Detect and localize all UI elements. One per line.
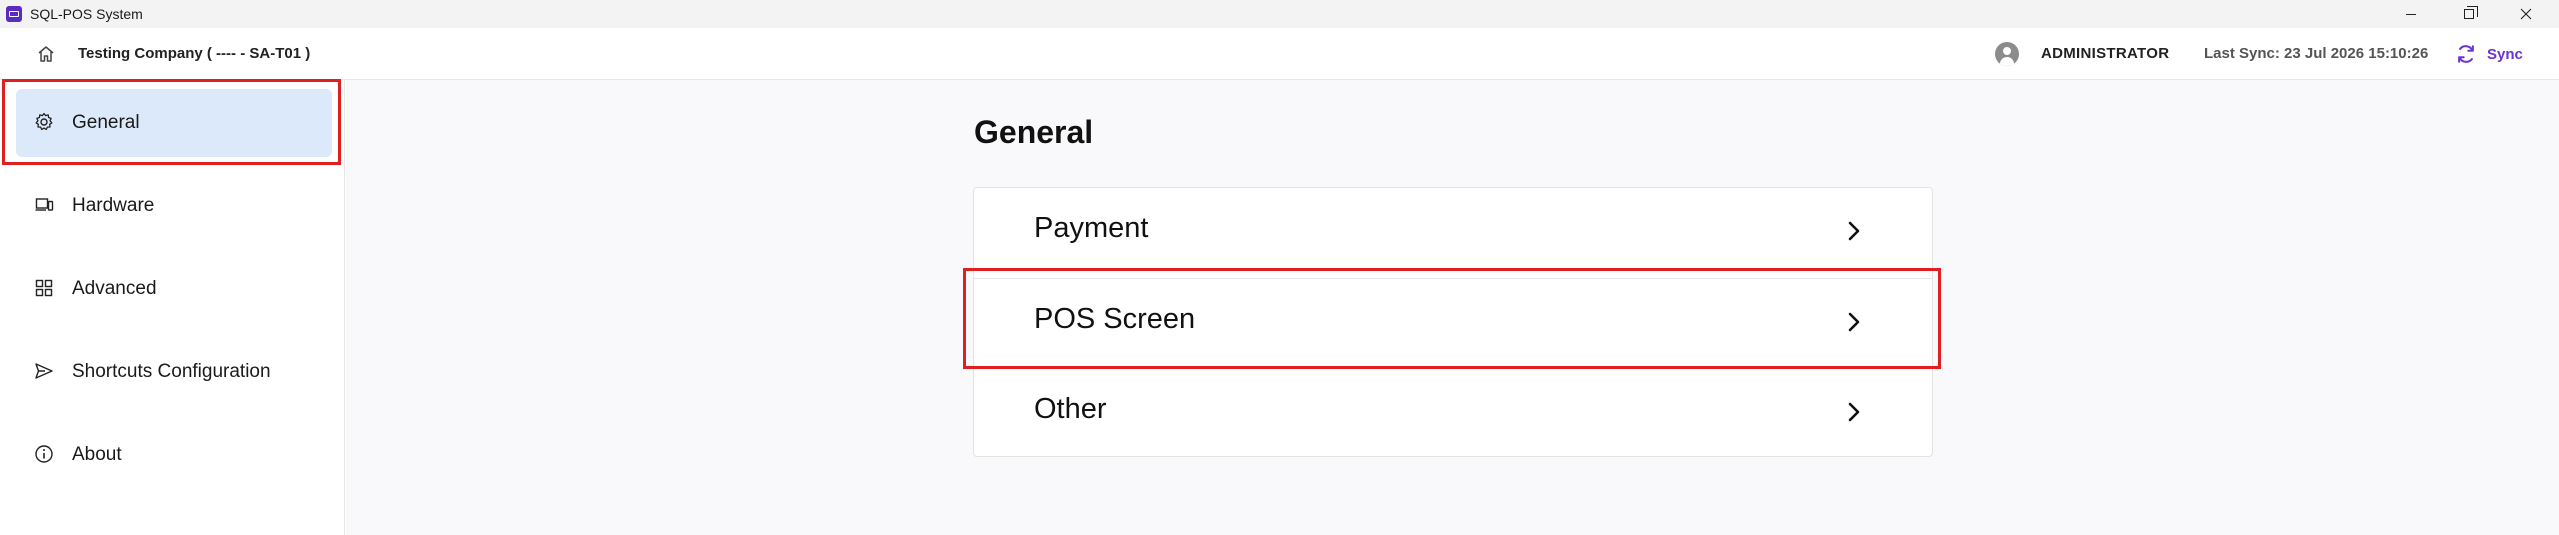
sidebar-item-general[interactable]: General bbox=[16, 89, 332, 157]
company-name: Testing Company ( ---- - SA-T01 ) bbox=[78, 45, 311, 62]
send-icon bbox=[35, 363, 53, 379]
sidebar-item-label: General bbox=[72, 112, 140, 133]
minimize-icon bbox=[2406, 13, 2416, 15]
sidebar-item-hardware[interactable]: Hardware bbox=[16, 172, 332, 240]
settings-row-other[interactable]: Other bbox=[974, 368, 1932, 458]
sidebar-item-label: Hardware bbox=[72, 195, 155, 216]
minimize-button[interactable] bbox=[2388, 0, 2434, 28]
settings-row-payment[interactable]: Payment bbox=[974, 188, 1932, 278]
close-icon bbox=[2520, 8, 2532, 20]
last-sync-status: Last Sync: 23 Jul 2026 15:10:26 bbox=[2204, 45, 2429, 62]
chevron-right-icon bbox=[1848, 402, 1860, 422]
chevron-right-icon bbox=[1848, 221, 1860, 241]
row-label: POS Screen bbox=[1034, 303, 1196, 335]
avatar bbox=[1995, 42, 2019, 66]
gear-icon bbox=[35, 112, 53, 131]
restore-button[interactable] bbox=[2446, 0, 2492, 28]
sidebar-item-label: Shortcuts Configuration bbox=[72, 361, 271, 382]
devices-icon bbox=[35, 198, 54, 211]
chevron-right-icon bbox=[1848, 312, 1860, 332]
row-label: Other bbox=[1034, 393, 1107, 425]
page-title: General bbox=[974, 114, 1094, 150]
sidebar-item-label: Advanced bbox=[72, 278, 157, 299]
grid-icon bbox=[35, 279, 53, 297]
sidebar: General Hardware Advanced Shortcuts Conf… bbox=[0, 80, 345, 535]
settings-row-pos-screen[interactable]: POS Screen bbox=[974, 278, 1932, 368]
sidebar-item-shortcuts-configuration[interactable]: Shortcuts Configuration bbox=[16, 338, 332, 406]
sidebar-item-advanced[interactable]: Advanced bbox=[16, 255, 332, 323]
window-title: SQL-POS System bbox=[30, 6, 143, 22]
sync-icon bbox=[2458, 45, 2474, 63]
sync-button[interactable]: Sync bbox=[2455, 36, 2545, 72]
row-label: Payment bbox=[1034, 212, 1149, 244]
app-logo-icon bbox=[6, 6, 22, 22]
home-icon[interactable] bbox=[36, 44, 56, 64]
user-name: ADMINISTRATOR bbox=[2041, 45, 2170, 62]
window-titlebar: SQL-POS System bbox=[0, 0, 2559, 28]
info-icon bbox=[35, 445, 53, 463]
settings-card: Payment POS Screen Other bbox=[973, 187, 1933, 457]
sidebar-item-label: About bbox=[72, 444, 122, 465]
restore-icon bbox=[2464, 6, 2478, 19]
sidebar-item-about[interactable]: About bbox=[16, 421, 332, 489]
sync-label: Sync bbox=[2487, 45, 2523, 63]
close-button[interactable] bbox=[2503, 0, 2549, 28]
app-header: Testing Company ( ---- - SA-T01 ) ADMINI… bbox=[0, 28, 2559, 80]
